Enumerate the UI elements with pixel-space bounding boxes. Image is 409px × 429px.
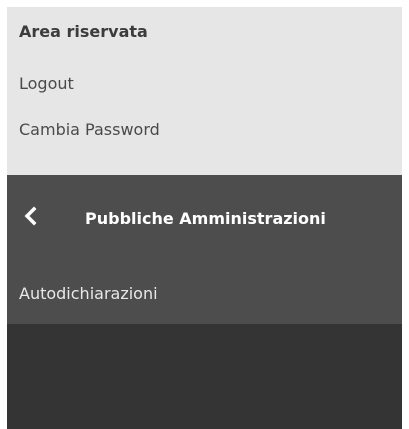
navigation-panel: Pubbliche Amministrazioni Autodichiarazi… xyxy=(7,175,402,324)
reserved-area-panel: Area riservata Logout Cambia Password xyxy=(7,7,402,175)
reserved-area-title: Area riservata xyxy=(19,22,148,41)
section-title: Pubbliche Amministrazioni xyxy=(85,209,326,228)
chevron-left-icon xyxy=(17,203,45,229)
side-menu: Area riservata Logout Cambia Password Pu… xyxy=(7,7,402,429)
back-button[interactable] xyxy=(17,203,45,229)
change-password-link[interactable]: Cambia Password xyxy=(19,119,160,141)
empty-menu-area xyxy=(7,324,402,429)
logout-link[interactable]: Logout xyxy=(19,73,74,95)
nav-item-autodichiarazioni[interactable]: Autodichiarazioni xyxy=(19,283,158,305)
